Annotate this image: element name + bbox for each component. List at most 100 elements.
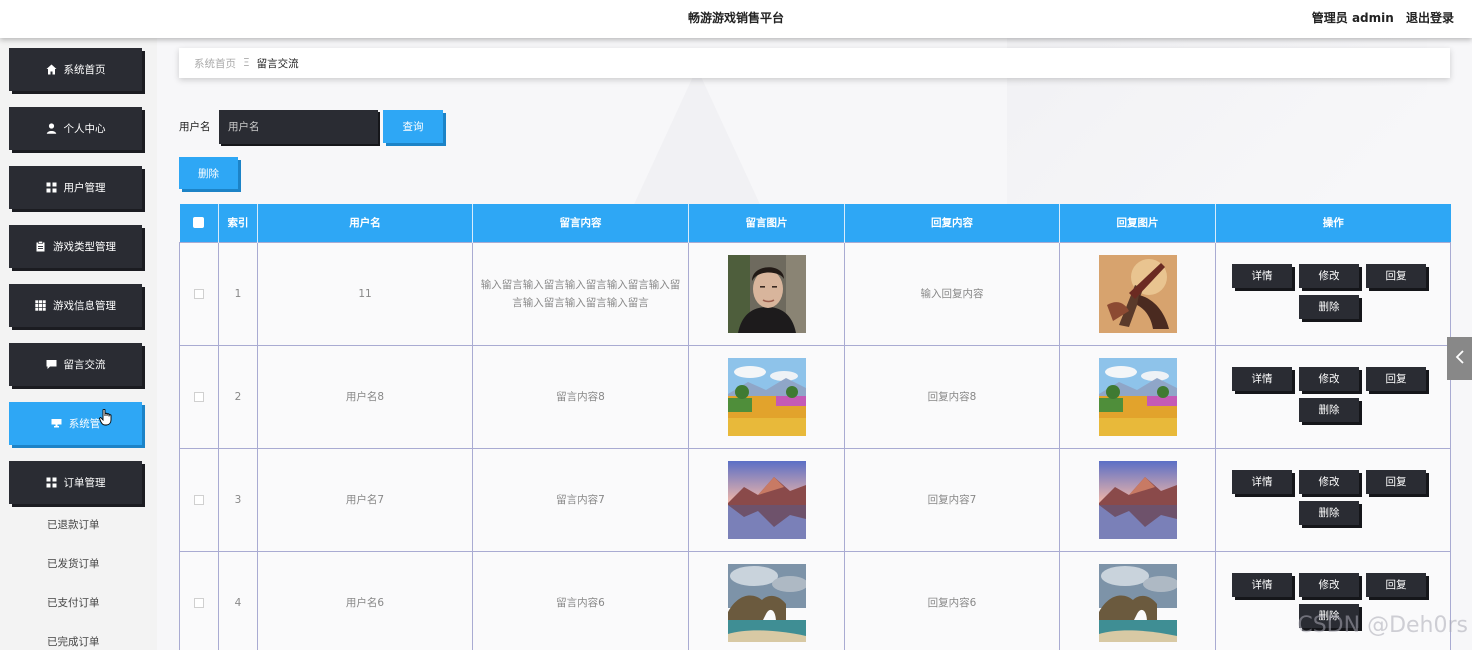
row-checkbox[interactable] [194,494,204,505]
detail-button[interactable]: 详情 [1232,366,1292,391]
sidebar-subitem-refunded[interactable]: 已退款订单 [0,517,150,532]
app-title: 畅游游戏销售平台 [687,11,784,25]
column-header: 操作 [1322,217,1344,230]
row-reply: 回复内容6 [844,550,1060,650]
column-header: 留言内容 [472,204,689,242]
edit-button[interactable]: 修改 [1299,366,1359,391]
sidebar: 系统首页 个人中心 用户管理 游戏类型管理 游戏信息管理 留言交流 系统管 订单… [0,38,157,650]
row-actions: 详情 修改 回复 删除 [1232,364,1432,434]
home-icon [46,64,57,75]
reply-button[interactable]: 回复 [1366,469,1426,494]
sidebar-item-label: 系统首页 [63,64,106,76]
row-index: 1 [218,241,258,346]
sidebar-subitem-shipped[interactable]: 已发货订单 [0,556,150,571]
delete-button[interactable]: 删除 [1299,294,1359,319]
batch-delete-button[interactable]: 删除 [179,157,238,189]
reply-button[interactable]: 回复 [1366,572,1426,597]
row-checkbox[interactable] [194,288,204,299]
reply-button[interactable]: 回复 [1366,263,1426,288]
table-header-row: 索引 用户名 留言内容 留言图片 回复内容 回复图片 操作 [179,204,1451,242]
row-index: 3 [218,447,258,552]
sidebar-item-messages[interactable]: 留言交流 [9,343,142,386]
person-icon [46,123,57,134]
system-icon [51,418,62,429]
edit-button[interactable]: 修改 [1299,263,1359,288]
reply-image-fantasy-art [1098,254,1177,333]
sidebar-item-system[interactable]: 系统管 [9,402,142,445]
reply-image-flower-field [1098,357,1177,436]
row-checkbox[interactable] [194,597,204,608]
sidebar-item-profile[interactable]: 个人中心 [9,107,142,150]
column-header: 回复图片 [1059,204,1216,242]
table-row: 2 用户名8 留言内容8 回复内容8 详情 修改 回复 删除 [179,344,1451,449]
sidebar-item-label: 个人中心 [63,123,106,135]
detail-button[interactable]: 详情 [1232,263,1292,288]
search-label: 用户名 [179,121,211,133]
grid-icon [46,182,57,193]
edit-button[interactable]: 修改 [1299,469,1359,494]
row-reply: 回复内容8 [844,344,1060,449]
table-row: 3 用户名7 留言内容7 回复内容7 详情 修改 回复 删除 [179,447,1451,552]
table-row: 4 用户名6 留言内容6 回复内容6 详情 修改 回复 删除 [179,550,1451,650]
message-image-rock-arch-coast [727,563,806,642]
row-message: 留言内容7 [556,493,605,506]
message-image-flower-field [727,357,806,436]
row-actions: 详情 修改 回复 删除 [1232,467,1432,537]
sidebar-subitem-paid[interactable]: 已支付订单 [0,595,150,610]
top-bar: 畅游游戏销售平台 管理员 admin 退出登录 [0,0,1472,38]
delete-button[interactable]: 删除 [1299,500,1359,525]
row-username: 用户名6 [257,550,473,650]
row-username: 11 [257,241,473,346]
row-index: 2 [218,344,258,449]
breadcrumb-separator: Ξ [243,57,250,69]
breadcrumb-home[interactable]: 系统首页 [194,56,236,71]
column-header: 用户名 [257,204,473,242]
delete-button[interactable]: 删除 [1299,397,1359,422]
column-header: 索引 [218,204,258,242]
grid-icon [46,477,57,488]
cursor-hand-icon [99,408,113,429]
sidebar-item-label: 订单管理 [63,477,106,489]
username-search-input[interactable] [219,110,378,144]
row-actions: 详情 修改 回复 删除 [1232,261,1432,331]
row-checkbox[interactable] [194,391,204,402]
row-message: 输入留言输入留言输入留言输入留言输入留言输入留言输入留言输入留言 [480,278,681,309]
sidebar-item-game-types[interactable]: 游戏类型管理 [9,225,142,268]
collapse-panel-tab[interactable] [1447,337,1472,380]
detail-button[interactable]: 详情 [1232,469,1292,494]
sidebar-item-label: 用户管理 [63,182,106,194]
select-all-checkbox[interactable] [193,217,205,229]
breadcrumb: 系统首页 Ξ 留言交流 [179,48,1450,78]
row-username: 用户名8 [257,344,473,449]
row-reply: 回复内容7 [844,447,1060,552]
main-content: 系统首页 Ξ 留言交流 用户名 查询 删除 索引 用户名 留言内容 留言图片 回… [157,38,1472,650]
row-reply: 输入回复内容 [844,241,1060,346]
reply-image-mountain-lake [1098,460,1177,539]
row-message: 留言内容8 [556,390,605,403]
chat-icon [46,359,57,370]
grid-small-icon [35,300,46,311]
sidebar-item-users[interactable]: 用户管理 [9,166,142,209]
column-header: 留言图片 [688,204,845,242]
row-index: 4 [218,550,258,650]
edit-button[interactable]: 修改 [1299,572,1359,597]
breadcrumb-current: 留言交流 [256,57,299,70]
sidebar-item-label: 游戏类型管理 [53,241,116,253]
messages-table: 索引 用户名 留言内容 留言图片 回复内容 回复图片 操作 1 11 输入留言输… [179,204,1451,650]
user-area: 管理员 admin 退出登录 [1312,0,1454,36]
logout-link[interactable]: 退出登录 [1406,11,1454,25]
reply-button[interactable]: 回复 [1366,366,1426,391]
sidebar-item-home[interactable]: 系统首页 [9,48,142,91]
select-all-header[interactable] [179,204,219,242]
query-button[interactable]: 查询 [383,110,443,143]
detail-button[interactable]: 详情 [1232,572,1292,597]
watermark: CSDN @Deh0rs [1297,613,1468,638]
user-name[interactable]: 管理员 admin [1312,11,1394,25]
sidebar-item-game-info[interactable]: 游戏信息管理 [9,284,142,327]
sidebar-item-label: 留言交流 [63,359,106,371]
sidebar-subitem-completed[interactable]: 已完成订单 [0,634,150,649]
sidebar-item-orders[interactable]: 订单管理 [9,461,142,504]
clipboard-icon [35,241,46,252]
chevron-left-icon [1455,349,1465,368]
sidebar-item-label: 游戏信息管理 [53,300,116,312]
